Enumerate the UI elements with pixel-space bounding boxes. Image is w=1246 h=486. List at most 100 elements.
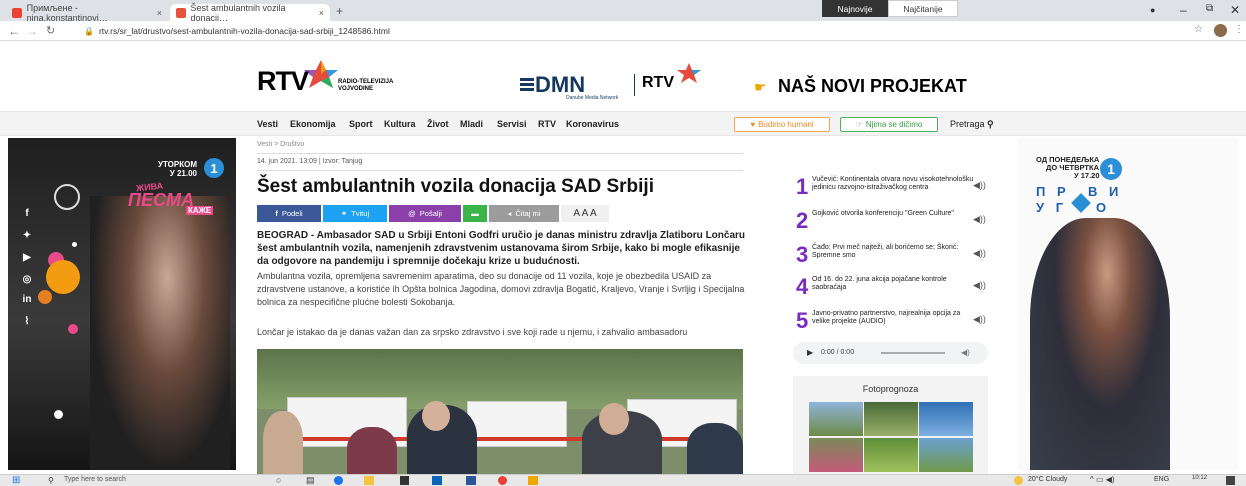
budimo-humani-button[interactable]: ♥ Budimo humani	[734, 117, 830, 132]
fotoprognoza-widget[interactable]: Fotoprognoza	[793, 376, 988, 474]
instagram-icon[interactable]: ◎	[16, 268, 38, 290]
listen-button[interactable]: ◂ Čitaj mi	[489, 205, 559, 222]
profile-icon[interactable]: ●	[1150, 5, 1155, 15]
close-tab-icon[interactable]: ×	[319, 8, 324, 18]
taskbar-search-input[interactable]: Type here to search	[64, 476, 126, 483]
language-indicator[interactable]: ENG	[1154, 476, 1169, 483]
windows-start-icon[interactable]: ⊞	[12, 475, 20, 486]
app-icon[interactable]	[528, 476, 538, 485]
nav-item-sport[interactable]: Sport	[349, 119, 373, 129]
nav-item-vesti[interactable]: Vesti	[257, 119, 278, 129]
tweet-label: Tvituj	[351, 209, 370, 218]
left-ad-banner[interactable]: УТОРКОМ У 21.00 1 ЖИВА ПЕСМА КАЖЕ f ✦ ▶ …	[8, 138, 236, 470]
sms-share-button[interactable]: ▬	[463, 205, 487, 222]
nav-item-kultura[interactable]: Kultura	[384, 119, 416, 129]
project-banner[interactable]: NAŠ NOVI PROJEKAT	[778, 76, 967, 97]
restore-icon[interactable]: ⧉	[1206, 3, 1213, 14]
photo-thumbnail[interactable]	[864, 438, 918, 472]
nav-item-mladi[interactable]: Mladi	[460, 119, 483, 129]
tab-najcitanije[interactable]: Najčitanije	[888, 0, 958, 17]
ad-left-day: УТОРКОМ	[158, 160, 197, 169]
speaker-icon[interactable]: ◀))	[973, 314, 986, 325]
avatar[interactable]	[1214, 24, 1227, 37]
bookmark-star-icon[interactable]: ☆	[1194, 24, 1203, 35]
ad-right-logo-a: П Р	[1036, 184, 1070, 199]
player-time: 0:00 / 0:00	[821, 349, 855, 356]
photo-thumbnail[interactable]	[809, 438, 863, 472]
nav-item-rtv[interactable]: RTV	[538, 119, 556, 129]
speaker-icon[interactable]: ◀))	[973, 180, 986, 191]
volume-icon[interactable]: ◀)	[961, 348, 970, 357]
photo-thumbnail[interactable]	[919, 402, 973, 436]
item-number: 5	[796, 308, 809, 333]
rss-icon[interactable]: ⌇	[16, 310, 38, 332]
forward-icon[interactable]: →	[26, 24, 38, 38]
tray-icons[interactable]: ^ ▭ ◀)	[1090, 475, 1115, 484]
search-link[interactable]: Pretraga ⚲	[950, 119, 994, 130]
edge-icon[interactable]	[334, 476, 343, 485]
logo-divider	[634, 74, 635, 96]
photo-thumbnail[interactable]	[809, 402, 863, 436]
rtv-logo[interactable]: RTV	[257, 66, 309, 97]
clock[interactable]: 10:12	[1192, 475, 1207, 481]
tab-label: Примљене - nina.konstantinovi…	[26, 2, 108, 23]
browser-tab-bar: Примљене - nina.konstantinovi… × Šest am…	[0, 0, 1246, 23]
weather-text[interactable]: 20°C Cloudy	[1028, 476, 1067, 483]
close-tab-icon[interactable]: ×	[157, 8, 162, 18]
task-view-icon[interactable]: ○	[276, 475, 281, 485]
sms-icon: ▬	[471, 209, 479, 218]
list-item[interactable]: 1 Vučević: Kontinentala otvara novu viso…	[793, 172, 993, 206]
nav-item-ekonomija[interactable]: Ekonomija	[290, 119, 336, 129]
reload-icon[interactable]: ↻	[46, 24, 55, 37]
chrome-icon[interactable]	[498, 476, 507, 485]
tab-gmail[interactable]: Примљене - nina.konstantinovi… ×	[6, 2, 168, 23]
tab-najnovije[interactable]: Najnovije	[822, 0, 888, 17]
photo-thumbnail[interactable]	[919, 438, 973, 472]
speaker-icon[interactable]: ◀))	[973, 248, 986, 259]
twitter-icon[interactable]: ✦	[16, 224, 38, 246]
notification-icon[interactable]	[1226, 476, 1235, 485]
menu-dots-icon[interactable]: ⋮	[1234, 24, 1244, 35]
speaker-icon[interactable]: ◀))	[973, 214, 986, 225]
right-ad-banner[interactable]: ОД ПОНЕДЕЉКА ДО ЧЕТВРТКА У 17.20 1 П Р В…	[1018, 138, 1238, 470]
store-icon[interactable]	[400, 476, 409, 485]
ad-left-time: У 21.00	[169, 169, 197, 178]
font-size-buttons[interactable]: A A A	[561, 205, 609, 222]
njima-se-dicimo-button[interactable]: ☞ Njima se dičimo	[840, 117, 938, 132]
tab-rtv[interactable]: Šest ambulantnih vozila donacij… ×	[170, 3, 330, 23]
gmail-icon	[12, 7, 22, 18]
nav-item-zivot[interactable]: Život	[427, 119, 449, 129]
minimize-icon[interactable]: –	[1180, 3, 1187, 17]
list-item[interactable]: 4 Od 16. do 22. juna akcija pojačane kon…	[793, 272, 993, 306]
linkedin-icon[interactable]: in	[16, 288, 38, 310]
word-icon[interactable]	[466, 476, 476, 485]
window-close-icon[interactable]: ✕	[1230, 3, 1240, 17]
widgets-icon[interactable]: ▤	[306, 475, 315, 486]
mail-icon[interactable]	[432, 476, 442, 485]
ad-left-show-title: ПЕСМА	[128, 190, 194, 210]
ad-right-logo-d: О	[1096, 200, 1107, 215]
list-item[interactable]: 3 Čađo: Prvi meč najteži, ali borićemo s…	[793, 240, 993, 274]
new-tab-button[interactable]: +	[336, 4, 343, 18]
nav-item-servisi[interactable]: Servisi	[497, 119, 527, 129]
email-share-button[interactable]: @ Pošalji	[389, 205, 461, 222]
facebook-share-button[interactable]: f Podeli	[257, 205, 321, 222]
item-number: 4	[796, 274, 809, 299]
photo-thumbnail[interactable]	[864, 402, 918, 436]
speaker-icon[interactable]: ◀))	[973, 280, 986, 291]
article-paragraph: Lončar je istakao da je danas važan dan …	[257, 327, 688, 337]
back-icon[interactable]: ←	[8, 24, 20, 38]
listen-label: Čitaj mi	[515, 209, 541, 218]
list-item[interactable]: 2 Gojković otvorila konferenciju "Green …	[793, 206, 993, 240]
breadcrumb[interactable]: Vesti > Društvo	[257, 141, 304, 148]
twitter-share-button[interactable]: ✦ Tvituj	[323, 205, 387, 222]
seek-bar[interactable]	[881, 352, 945, 354]
facebook-icon[interactable]: f	[16, 202, 38, 224]
file-explorer-icon[interactable]	[364, 476, 374, 485]
nav-item-koronavirus[interactable]: Koronavirus	[566, 119, 619, 129]
play-icon[interactable]: ▶	[807, 348, 813, 357]
url-field[interactable]: 🔒 rtv.rs/sr_lat/drustvo/sest-ambulantnih…	[84, 24, 1194, 38]
list-item[interactable]: 5 Javno-privatno partnerstvo, najrealnij…	[793, 306, 993, 340]
budimo-humani-label: Budimo humani	[758, 120, 814, 129]
youtube-icon[interactable]: ▶	[16, 246, 38, 268]
